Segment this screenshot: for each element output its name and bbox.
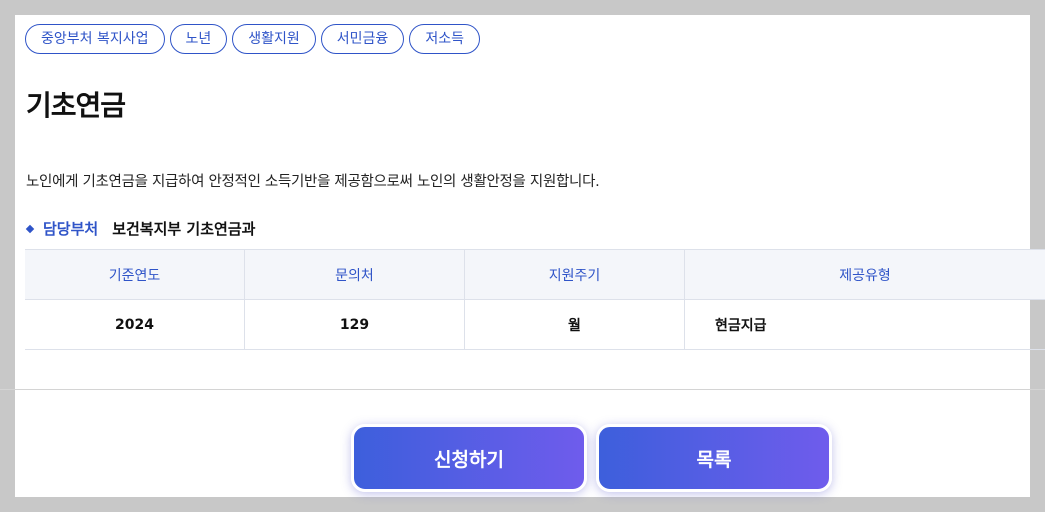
action-buttons: 신청하기 목록	[351, 424, 832, 492]
table-row: 2024 129 월 현금지급	[25, 300, 1045, 350]
page-title: 기초연금	[26, 89, 126, 122]
department-value: 보건복지부 기초연금과	[112, 220, 256, 238]
list-button[interactable]: 목록	[596, 424, 832, 492]
tag-elderly[interactable]: 노년	[169, 24, 228, 54]
description: 노인에게 기초연금을 지급하여 안정적인 소득기반을 제공함으로써 노인의 생활…	[26, 174, 600, 190]
apply-button[interactable]: 신청하기	[351, 424, 587, 492]
tag-microfinance[interactable]: 서민금융	[320, 24, 405, 54]
cell-contact: 129	[245, 300, 465, 349]
cell-provision-type: 현금지급	[715, 317, 767, 334]
header-support-cycle: 지원주기	[465, 250, 685, 299]
table-header: 기준연도 문의처 지원주기 제공유형	[25, 249, 1045, 300]
diamond-bullet-icon	[25, 224, 35, 233]
header-provision-type: 제공유형	[839, 267, 891, 284]
tag-living-support[interactable]: 생활지원	[232, 24, 316, 54]
tag-central-ministry[interactable]: 중앙부처 복지사업	[25, 24, 165, 54]
tag-low-income[interactable]: 저소득	[409, 24, 480, 54]
info-table: 기준연도 문의처 지원주기 제공유형 2024 129 월 현금지급	[25, 249, 1045, 350]
header-contact: 문의처	[245, 250, 465, 299]
department-info: 담당부처 보건복지부 기초연금과	[25, 218, 256, 239]
cell-support-cycle: 월	[465, 300, 685, 349]
header-base-year: 기준연도	[25, 250, 245, 299]
divider	[0, 389, 1045, 390]
tag-list: 중앙부처 복지사업 노년 생활지원 서민금융 저소득	[25, 24, 480, 54]
cell-base-year: 2024	[25, 300, 245, 349]
department-label: 담당부처	[43, 220, 99, 238]
